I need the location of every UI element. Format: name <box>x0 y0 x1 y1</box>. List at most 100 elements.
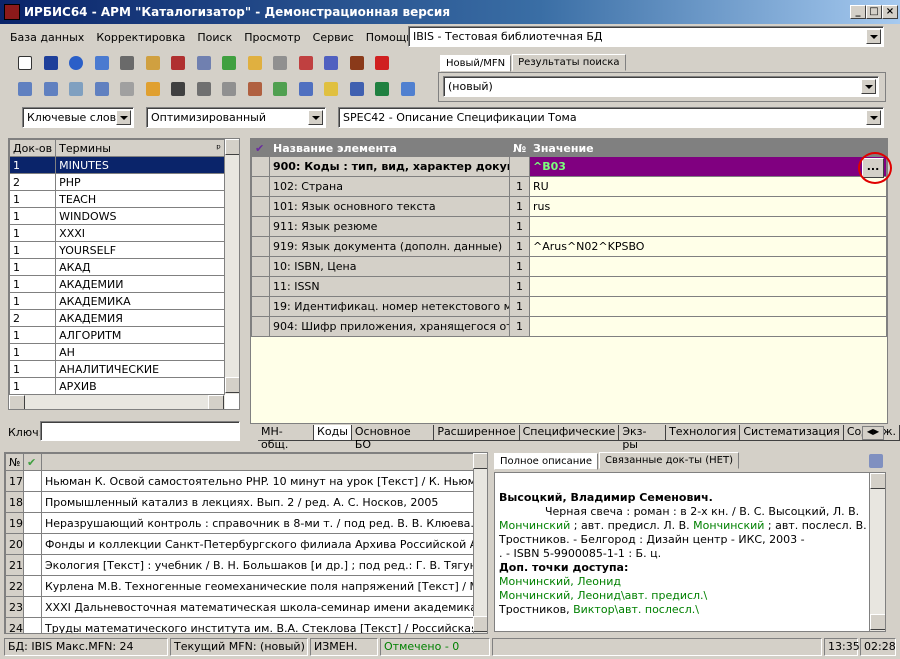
record-row[interactable]: 22 Курлена М.В. Техногенные геомеханическ… <box>5 575 475 597</box>
app-icon[interactable] <box>4 4 20 20</box>
maximize-button[interactable]: □ <box>866 5 882 19</box>
scroll-up-icon[interactable] <box>225 139 239 155</box>
record-row[interactable]: 19 Неразрушающий контроль : справочник в … <box>5 512 475 534</box>
scroll-up-icon[interactable] <box>870 473 885 489</box>
chevron-down-icon[interactable] <box>866 110 881 125</box>
term-row[interactable]: 1 АЛГОРИТМ <box>9 326 225 344</box>
undo-icon[interactable] <box>65 52 87 74</box>
excel-icon[interactable] <box>371 78 393 100</box>
field-row[interactable]: 919: Язык документа (дополн. данные) 1 ^Ar… <box>251 236 887 257</box>
next-icon[interactable] <box>116 52 138 74</box>
tab-full-description[interactable]: Полное описание <box>494 453 598 470</box>
term-row[interactable]: 1 TEACH <box>9 190 225 208</box>
scroll-down-icon[interactable] <box>473 616 487 632</box>
new-record-icon[interactable] <box>14 52 36 74</box>
term-row[interactable]: 1 XXXI <box>9 224 225 242</box>
field-value[interactable] <box>529 216 887 237</box>
chevron-down-icon[interactable] <box>866 29 881 44</box>
open-folder-icon[interactable] <box>320 78 342 100</box>
record-check[interactable] <box>23 596 42 618</box>
terms-header-count[interactable]: Док-ов <box>9 139 57 157</box>
pencil-icon[interactable] <box>142 78 164 100</box>
tab-worksheet[interactable]: Расширенное <box>434 425 520 441</box>
edit-icon[interactable] <box>244 52 266 74</box>
import-icon[interactable] <box>295 52 317 74</box>
term-row[interactable]: 1 YOURSELF <box>9 241 225 259</box>
checkmark-icon[interactable]: ✔ <box>23 453 42 471</box>
z3950-icon[interactable] <box>371 52 393 74</box>
help-icon[interactable] <box>397 78 419 100</box>
menu-view[interactable]: Просмотр <box>238 31 306 44</box>
field-row[interactable]: 101: Язык основного текста 1 rus <box>251 196 887 217</box>
record-check[interactable] <box>23 575 42 597</box>
menu-database[interactable]: База данных <box>4 31 90 44</box>
database-select[interactable]: IBIS - Тестовая библиотечная БД <box>408 26 884 47</box>
comment2-icon[interactable] <box>40 78 62 100</box>
print-icon[interactable] <box>193 52 215 74</box>
field-value[interactable]: ^B03 <box>529 156 887 177</box>
desc-link[interactable]: Мончинский, Леонид\авт. предисл.\ <box>499 589 881 603</box>
tab-worksheet[interactable]: Основное БО <box>351 425 435 451</box>
record-check[interactable] <box>23 470 42 492</box>
term-row[interactable]: 1 АКАДЕМИИ <box>9 275 225 293</box>
mail-icon[interactable] <box>65 78 87 100</box>
tab-worksheet[interactable]: Коды <box>314 425 352 441</box>
record-check[interactable] <box>23 512 42 534</box>
record-check[interactable] <box>23 617 42 633</box>
term-row[interactable]: 2 АКАДЕМИЯ <box>9 309 225 327</box>
record-check[interactable] <box>23 491 42 513</box>
chart-icon[interactable] <box>346 78 368 100</box>
desc-link[interactable]: Мончинский, Леонид <box>499 575 881 589</box>
report-icon[interactable] <box>244 78 266 100</box>
field-row[interactable]: 19: Идентификац. номер нетекстового мате… <box>251 296 887 317</box>
scroll-down-icon[interactable] <box>870 614 885 630</box>
pin-icon[interactable]: ᵖ <box>216 142 221 155</box>
record-row[interactable]: 18 Промышленный катализ в лекциях. Вып. 2… <box>5 491 475 513</box>
menu-search[interactable]: Поиск <box>191 31 238 44</box>
worksheet-select[interactable]: SPEC42 - Описание Спецификации Тома <box>338 107 884 128</box>
printer-icon[interactable] <box>218 78 240 100</box>
record-row[interactable]: 24 Труды математического института им. В.… <box>5 617 475 633</box>
key-type-select[interactable]: Ключевые слова <box>22 107 134 128</box>
copy-icon[interactable] <box>142 52 164 74</box>
tab-worksheet[interactable]: Экз-ры <box>619 425 667 451</box>
record-row[interactable]: 17 Ньюман К. Освой самостоятельно PHP. 10… <box>5 470 475 492</box>
tab-worksheet[interactable]: Специфические <box>519 425 620 441</box>
field-row[interactable]: 10: ISBN, Цена 1 <box>251 256 887 277</box>
menu-edit[interactable]: Корректировка <box>90 31 191 44</box>
term-row[interactable]: 1 MINUTES <box>9 156 225 174</box>
search-mode-select[interactable]: Оптимизированный <box>146 107 326 128</box>
export-icon[interactable] <box>320 52 342 74</box>
record-row[interactable]: 23 XXXI Дальневосточная математическая шк… <box>5 596 475 618</box>
chevron-down-icon[interactable] <box>308 110 323 125</box>
list-icon[interactable] <box>116 78 138 100</box>
camera-icon[interactable] <box>167 78 189 100</box>
terms-vscroll[interactable] <box>224 139 239 394</box>
term-row[interactable]: 2 PHP <box>9 173 225 191</box>
close-button[interactable]: × <box>882 5 898 19</box>
scroll-right-icon[interactable] <box>208 395 224 409</box>
records-vscroll[interactable] <box>473 453 487 633</box>
scroll-down-icon[interactable] <box>225 377 239 393</box>
delete-icon[interactable] <box>269 52 291 74</box>
record-check[interactable] <box>23 533 42 555</box>
field-value[interactable]: ^Arus^N02^KPSBO <box>529 236 887 257</box>
save-icon[interactable] <box>40 52 62 74</box>
folder-icon[interactable] <box>193 78 215 100</box>
field-value[interactable] <box>529 296 887 317</box>
print-preview-icon[interactable] <box>866 452 886 470</box>
term-row[interactable]: 1 АНАЛИТИЧЕСКИЕ <box>9 360 225 378</box>
desc-link[interactable]: Тростников, Виктор\авт. послесл.\ <box>499 603 881 617</box>
term-row[interactable]: 1 WINDOWS <box>9 207 225 225</box>
film-icon[interactable] <box>346 52 368 74</box>
minimize-button[interactable]: _ <box>850 5 866 19</box>
key-input[interactable] <box>40 421 240 441</box>
term-row[interactable]: 1 АКАДЕМИКА <box>9 292 225 310</box>
tab-scroll-arrows[interactable]: ◀▶ <box>862 426 884 440</box>
term-row[interactable]: 1 АКАД <box>9 258 225 276</box>
record-check[interactable] <box>23 554 42 576</box>
field-value[interactable] <box>529 276 887 297</box>
terms-hscroll[interactable] <box>9 394 225 409</box>
field-row[interactable]: 11: ISSN 1 <box>251 276 887 297</box>
field-value[interactable]: RU <box>529 176 887 197</box>
